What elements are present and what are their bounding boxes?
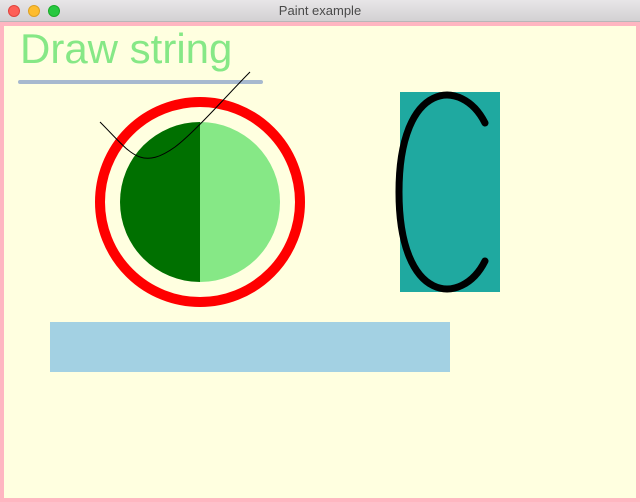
canvas-background: [0, 22, 640, 502]
app-window: Paint example Draw string: [0, 0, 640, 502]
title-bar[interactable]: Paint example: [0, 0, 640, 22]
window-title: Paint example: [278, 3, 362, 18]
blue-rectangle: [50, 322, 450, 372]
heading-text: Draw string: [20, 25, 232, 72]
paint-canvas[interactable]: Draw string: [0, 22, 640, 502]
